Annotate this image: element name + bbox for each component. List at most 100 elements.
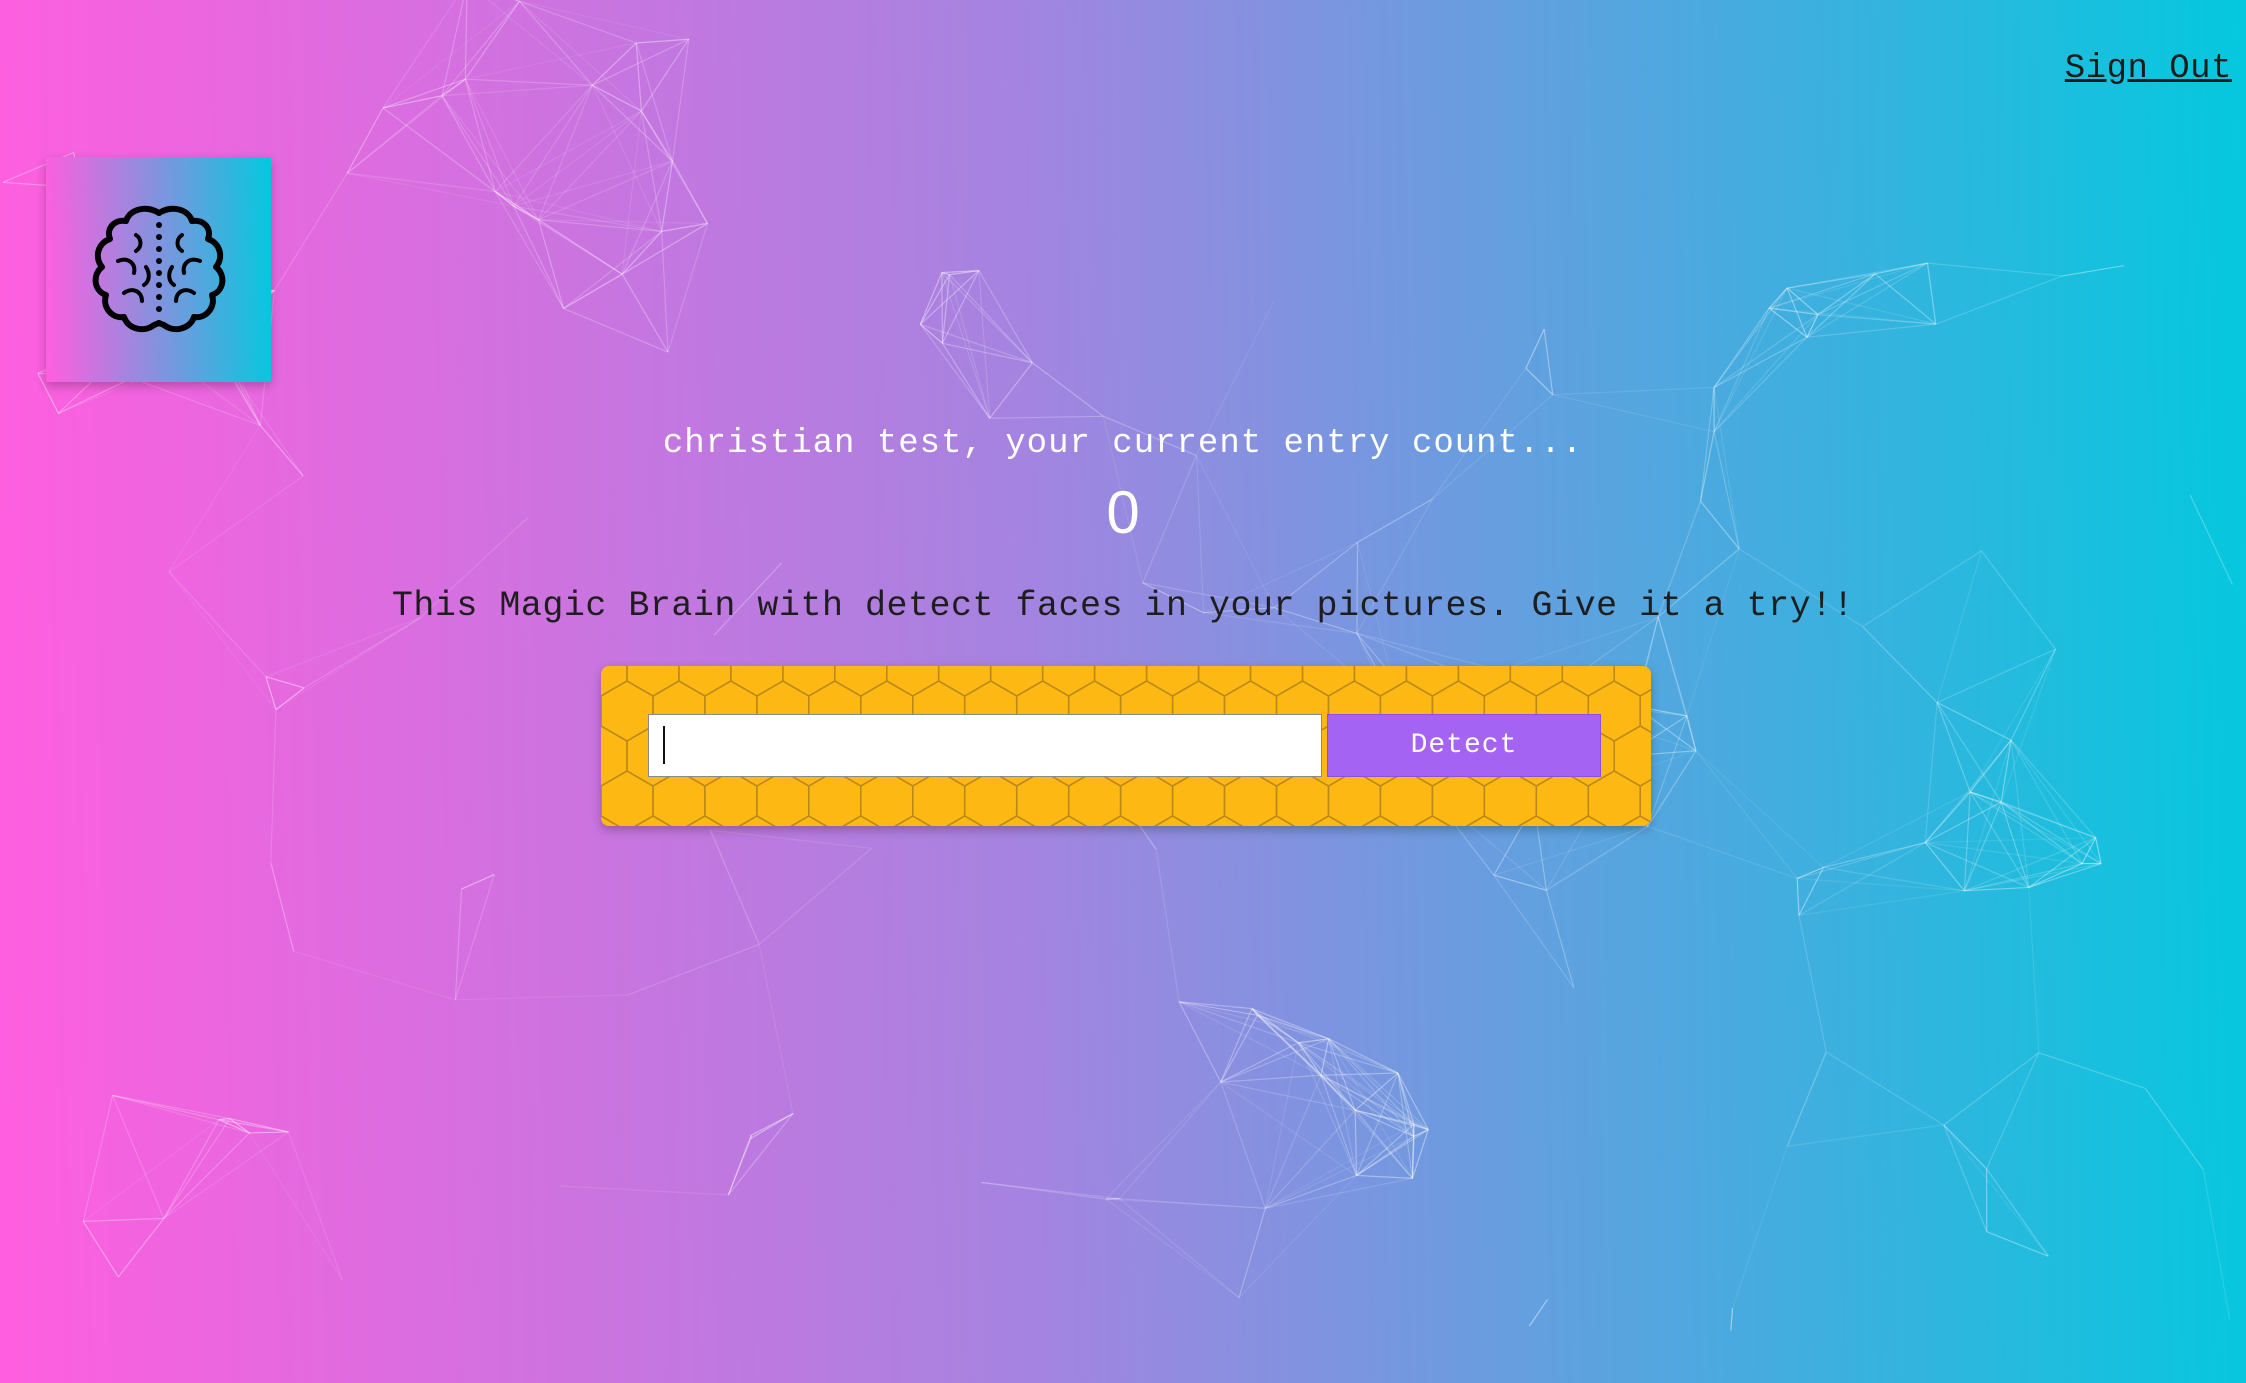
particle-link [1257, 1014, 1399, 1074]
particle-link [2000, 801, 2102, 865]
particle-link [1797, 877, 1965, 892]
particle-link [919, 274, 951, 325]
honeycomb-cell [893, 815, 932, 826]
particle-link [1354, 1109, 1413, 1179]
particle-link [265, 676, 277, 710]
particle-link [1964, 863, 2083, 892]
particle-link [1695, 750, 1824, 868]
particle-link [1964, 837, 2096, 892]
particle-link [1647, 825, 1798, 880]
particle-link [710, 829, 872, 849]
particle-link [2028, 863, 2083, 888]
particle-link [1657, 616, 1697, 751]
particle-link [1493, 825, 1648, 876]
particle-link [1806, 323, 1936, 338]
particle-link [2001, 801, 2096, 839]
particle-link [519, 0, 642, 112]
particle-link [941, 272, 950, 276]
particle-link [2028, 862, 2102, 888]
particle-link [978, 270, 1033, 364]
particle-link [514, 0, 520, 2]
particle-link [1119, 1198, 1266, 1209]
particle-link [1817, 262, 1928, 316]
image-url-input[interactable] [648, 714, 1322, 777]
particle-link [1823, 841, 1926, 868]
particle-link [1713, 336, 1808, 433]
particle-link [117, 1218, 165, 1278]
particle-link [275, 617, 421, 711]
particle-link [1265, 1174, 1357, 1209]
particle-link [58, 377, 132, 414]
particle-link [1798, 890, 1965, 916]
honeycomb-cell [601, 680, 654, 742]
particle-link [1924, 739, 2012, 843]
particle-link [1178, 1001, 1299, 1044]
particle-link [465, 78, 593, 86]
particle-link [1220, 1008, 1253, 1083]
particle-link [1769, 307, 1819, 316]
particle-link [494, 191, 565, 309]
particle-link [1769, 307, 1936, 325]
particle-link [1786, 287, 1808, 338]
particle-link [494, 190, 623, 275]
particle-link [1411, 1129, 1429, 1179]
particle-link [1862, 626, 1938, 703]
particle-link [1713, 336, 1808, 389]
particle-link [1251, 1008, 1299, 1044]
particle-link [1251, 1008, 1258, 1016]
particle-link [513, 84, 593, 207]
particle-link [1925, 841, 2083, 865]
particle-link [1220, 1038, 1329, 1083]
particle-link [293, 950, 456, 1001]
particle-link [229, 1117, 289, 1133]
particle-link [1155, 849, 1180, 1002]
particle-link [1265, 1177, 1413, 1209]
particle-link [1178, 1001, 1329, 1040]
particle-link [1257, 1014, 1299, 1044]
honeycomb-cell [1205, 815, 1244, 826]
particle-link [1969, 791, 2002, 803]
particle-link [1936, 702, 2002, 803]
particle-link [2000, 801, 2083, 865]
particle-link [1686, 715, 1697, 751]
particle-link [82, 1221, 119, 1278]
particle-link [2010, 739, 2102, 864]
honeycomb-cell [1275, 770, 1330, 826]
honeycomb-cell [1041, 666, 1096, 697]
particle-link [464, 0, 520, 80]
particle-link [1969, 791, 2030, 888]
honeycomb-cell [1613, 725, 1651, 787]
honeycomb-cell [1405, 666, 1460, 697]
particle-link [1356, 1123, 1415, 1176]
particle-link [1320, 1074, 1429, 1131]
honeycomb-cell [1465, 815, 1504, 826]
honeycomb-cell [1483, 770, 1538, 826]
particle-link [275, 687, 305, 711]
particle-link [2010, 739, 2097, 839]
particle-link [494, 84, 593, 192]
honeycomb-cell [678, 666, 732, 697]
particle-link [464, 78, 540, 221]
particle-link [1220, 1014, 1258, 1083]
particle-link [591, 42, 637, 86]
particle-link [249, 1131, 289, 1134]
honeycomb-cell [989, 666, 1044, 697]
particle-link [1798, 842, 1926, 916]
particle-link [1874, 273, 1937, 325]
particle-link [1798, 867, 1825, 916]
particle-link [1924, 842, 1965, 892]
particle-link [1220, 1074, 1322, 1083]
sign-out-link[interactable]: Sign Out [2065, 50, 2232, 88]
particle-link [441, 0, 464, 96]
particle-link [1806, 273, 1876, 338]
detect-button[interactable]: Detect [1327, 714, 1601, 777]
particle-link [1265, 1135, 1415, 1209]
particle-link [1355, 1109, 1414, 1125]
particle-link [265, 617, 421, 678]
particle-link [1119, 1198, 1240, 1299]
particle-link [1926, 263, 1937, 325]
particle-link [727, 1138, 752, 1196]
particle-link [941, 342, 991, 419]
particle-link [1251, 1008, 1329, 1040]
honeycomb-cell [1327, 770, 1382, 826]
